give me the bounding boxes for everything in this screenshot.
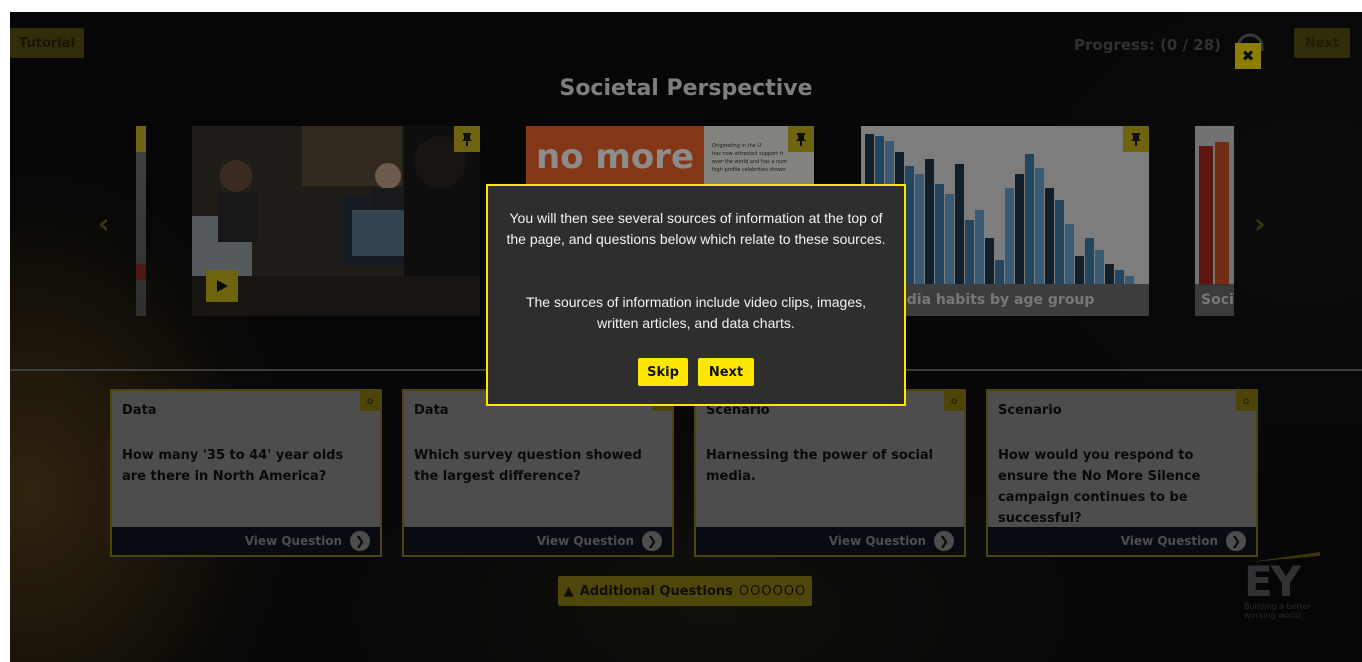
question-card[interactable]: Scenario o How would you respond to ensu… <box>986 389 1258 557</box>
tutorial-text: You will then see several sources of inf… <box>506 210 886 247</box>
thumbnail-bar <box>975 210 984 284</box>
article-headline: no more <box>536 137 695 177</box>
thumbnail-bar <box>1105 264 1114 284</box>
thumbnail-bar <box>1125 276 1134 284</box>
thumbnail-bar <box>1025 154 1034 284</box>
thumbnail-bar <box>905 166 914 284</box>
tutorial-button[interactable]: Tutorial <box>10 28 84 58</box>
page-title: Societal Perspective <box>559 76 813 101</box>
arrow-right-icon: ❯ <box>1226 531 1246 551</box>
thumbnail-bar <box>1035 168 1044 284</box>
thumbnail-bar <box>965 220 974 284</box>
tutorial-text: The sources of information include video… <box>525 294 867 331</box>
thumbnail-bar <box>1115 270 1124 284</box>
thumbnail-bar <box>985 238 994 284</box>
view-question-label: View Question <box>536 534 634 548</box>
question-text: How many '35 to 44' year olds are there … <box>122 448 344 484</box>
question-card[interactable]: Scenario o Harnessing the power of socia… <box>694 389 966 557</box>
play-icon <box>217 280 228 292</box>
pin-icon[interactable] <box>788 126 814 152</box>
question-text: How would you respond to ensure the No M… <box>998 448 1201 526</box>
thumbnail-bar <box>1095 250 1104 284</box>
thumbnail-bar <box>995 260 1004 284</box>
thumbnail-bar <box>925 159 934 284</box>
tutorial-dialog: You will then see several sources of inf… <box>486 184 906 406</box>
caret-up-icon: ▲ <box>563 583 574 599</box>
view-question-button[interactable]: View Question ❯ <box>112 527 380 555</box>
progress-indicator: Progress: (0 / 28) <box>1074 36 1222 54</box>
question-type: Data <box>122 403 157 418</box>
pin-icon[interactable] <box>454 126 480 152</box>
thumbnail-bar <box>1045 188 1054 284</box>
status-badge: o <box>944 391 964 411</box>
source-card-partial-left[interactable] <box>136 126 146 316</box>
additional-questions-label: Additional Questions <box>579 583 733 599</box>
thumbnail-bar <box>915 174 924 284</box>
carousel-prev-arrow[interactable]: ‹ <box>98 207 110 240</box>
source-caption: Soci <box>1195 284 1234 316</box>
question-type: Data <box>414 403 449 418</box>
app-stage: Tutorial Progress: (0 / 28) ✖ Next Socie… <box>10 12 1362 662</box>
question-text: Which survey question showed the largest… <box>414 448 642 484</box>
question-type: Scenario <box>998 403 1062 418</box>
view-question-label: View Question <box>828 534 926 548</box>
view-question-button[interactable]: View Question ❯ <box>988 527 1256 555</box>
carousel-next-arrow[interactable]: › <box>1254 207 1266 240</box>
thumbnail-bar <box>945 194 954 284</box>
play-video-button[interactable] <box>206 270 238 302</box>
source-card-video[interactable] <box>192 126 480 316</box>
arrow-right-icon: ❯ <box>934 531 954 551</box>
thumbnail-bar <box>1065 224 1074 284</box>
view-question-label: View Question <box>1120 534 1218 548</box>
next-button[interactable]: Next <box>698 358 754 386</box>
question-text: Harnessing the power of social media. <box>706 448 934 484</box>
skip-button[interactable]: Skip <box>638 358 688 386</box>
thumbnail-bar <box>1015 174 1024 284</box>
view-question-button[interactable]: View Question ❯ <box>404 527 672 555</box>
thumbnail-bar <box>1055 200 1064 284</box>
arrow-right-icon: ❯ <box>642 531 662 551</box>
thumbnail-bar <box>1005 188 1014 284</box>
thumbnail-bar <box>1075 256 1084 284</box>
pin-icon[interactable] <box>1123 126 1149 152</box>
view-question-label: View Question <box>244 534 342 548</box>
status-badge: o <box>360 391 380 411</box>
thumbnail-bar <box>935 184 944 284</box>
source-card-partial-right[interactable]: Soci <box>1195 126 1234 316</box>
additional-questions-dots: OOOOOO <box>738 583 807 599</box>
status-badge: o <box>1236 391 1256 411</box>
additional-questions-button[interactable]: ▲ Additional Questions OOOOOO <box>558 576 812 606</box>
question-card[interactable]: Data o Which survey question showed the … <box>402 389 674 557</box>
thumbnail-bar <box>1085 238 1094 284</box>
next-button-top[interactable]: Next <box>1294 28 1350 58</box>
question-card[interactable]: Data o How many '35 to 44' year olds are… <box>110 389 382 557</box>
thumbnail-bar <box>955 164 964 284</box>
ey-logo: EY Building a better working world <box>1244 552 1334 620</box>
arrow-right-icon: ❯ <box>350 531 370 551</box>
view-question-button[interactable]: View Question ❯ <box>696 527 964 555</box>
close-button[interactable]: ✖ <box>1235 43 1261 69</box>
